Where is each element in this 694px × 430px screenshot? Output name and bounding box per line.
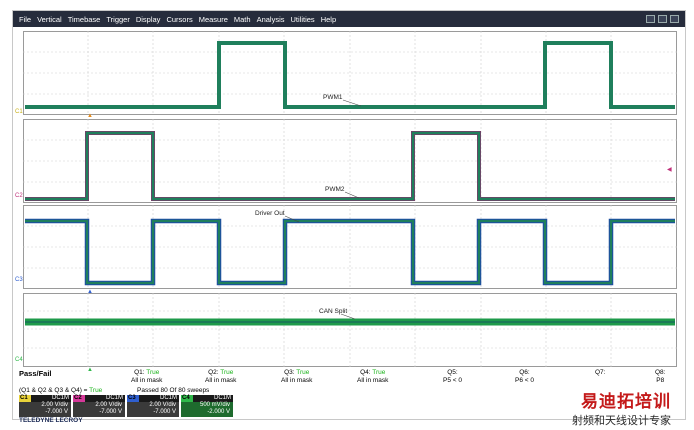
- q-name: Q3:: [284, 369, 295, 376]
- channel-tag: C2: [73, 395, 85, 402]
- q-sub: P6 < 0: [515, 377, 534, 384]
- scope-window: File Vertical Timebase Trigger Display C…: [12, 10, 686, 427]
- q-sub: P8: [656, 377, 665, 384]
- channel-marker-c1: C1: [15, 109, 23, 115]
- watermark: 易迪拓培训 射频和天线设计专家: [572, 387, 671, 428]
- grid-pwm1[interactable]: PWM1: [23, 31, 677, 115]
- menu-display[interactable]: Display: [136, 15, 161, 24]
- q-value: True: [296, 369, 310, 376]
- channel-offset: -2.000 V: [207, 409, 230, 415]
- passed-unit: sweeps: [187, 387, 210, 394]
- channel-descriptor-c3[interactable]: C3 DC1M 2.00 V/div -7.000 V: [127, 395, 179, 417]
- condition-value: True: [89, 387, 103, 394]
- passed-of: Of 80: [169, 387, 186, 394]
- menu-bar: File Vertical Timebase Trigger Display C…: [13, 11, 685, 27]
- pass-fail-q6[interactable]: Q6: P6 < 0: [515, 369, 534, 385]
- channel-descriptor-c2[interactable]: C2 DC1M 2.00 V/div -7.000 V: [73, 395, 125, 417]
- pass-fail-q7[interactable]: Q7:: [595, 369, 605, 377]
- channel-marker-c4: C4: [15, 357, 23, 363]
- menu-math[interactable]: Math: [234, 15, 251, 24]
- menu-trigger[interactable]: Trigger: [106, 15, 129, 24]
- pass-fail-q2[interactable]: Q2: True All in mask: [205, 369, 236, 385]
- q-value: True: [372, 369, 386, 376]
- pass-fail-q1[interactable]: Q1: True All in mask: [131, 369, 162, 385]
- pass-condition: (Q1 & Q2 & Q3 & Q4) = True: [19, 387, 102, 394]
- channel-vdiv: 500 mV/div: [199, 402, 230, 408]
- trace-label-pwm1: PWM1: [323, 94, 343, 101]
- menu-analysis[interactable]: Analysis: [257, 15, 285, 24]
- q-name: Q6:: [519, 369, 530, 376]
- menu-timebase[interactable]: Timebase: [68, 15, 101, 24]
- menu-file[interactable]: File: [19, 15, 31, 24]
- passed-value: 80: [160, 387, 168, 394]
- q-name: Q4:: [360, 369, 371, 376]
- trigger-marker-icon: ▲: [87, 113, 93, 119]
- channel-marker-c3: C3: [15, 277, 23, 283]
- trace-label-pwm2: PWM2: [325, 186, 345, 193]
- channel-vdiv: 2.00 V/div: [149, 402, 176, 408]
- menu-measure[interactable]: Measure: [199, 15, 228, 24]
- q-name: Q7:: [595, 369, 606, 376]
- channel-vdiv: 2.00 V/div: [41, 402, 68, 408]
- status-area: (Q1 & Q2 & Q3 & Q4) = True Passed 80 Of …: [19, 387, 679, 427]
- channel-tag: C3: [127, 395, 139, 402]
- menu-help[interactable]: Help: [321, 15, 336, 24]
- minimize-button[interactable]: [646, 15, 655, 23]
- maximize-button[interactable]: [658, 15, 667, 23]
- grid-driver-out[interactable]: Driver Out: [23, 205, 677, 289]
- trigger-marker-icon: ▲: [87, 289, 93, 295]
- condition-text: (Q1 & Q2 & Q3 & Q4) =: [19, 387, 88, 394]
- q-name: Q1:: [134, 369, 145, 376]
- q-sub: All in mask: [131, 377, 163, 384]
- passed-count: Passed 80 Of 80 sweeps: [137, 387, 209, 394]
- passed-label: Passed: [137, 387, 159, 394]
- channel-offset: -7.000 V: [99, 409, 122, 415]
- channel-tag: C4: [181, 395, 193, 402]
- channel-descriptor-c1[interactable]: C1 DC1M 2.00 V/div -7.000 V: [19, 395, 71, 417]
- watermark-title: 易迪拓培训: [581, 392, 671, 411]
- channel-descriptor-c4[interactable]: C4 DC1M 500 mV/div -2.000 V: [181, 395, 233, 417]
- pass-fail-q8[interactable]: Q8: P8: [655, 369, 665, 385]
- channel-marker-c2: C2: [15, 193, 23, 199]
- q-sub: All in mask: [281, 377, 313, 384]
- level-marker-icon: ◀: [667, 167, 672, 173]
- channel-offset: -7.000 V: [153, 409, 176, 415]
- q-value: True: [220, 369, 234, 376]
- trace-label-driver-out: Driver Out: [255, 210, 285, 217]
- channel-coupling: DC1M: [31, 395, 71, 402]
- pass-fail-panel[interactable]: Pass/Fail Q1: True All in mask Q2: True …: [19, 367, 679, 389]
- q-name: Q8:: [655, 369, 666, 376]
- q-sub: All in mask: [205, 377, 237, 384]
- channel-coupling: DC1M: [139, 395, 179, 402]
- menu-vertical[interactable]: Vertical: [37, 15, 62, 24]
- channel-coupling: DC1M: [193, 395, 233, 402]
- pass-fail-title: Pass/Fail: [19, 369, 52, 378]
- q-sub: All in mask: [357, 377, 389, 384]
- q-name: Q5:: [447, 369, 458, 376]
- channel-vdiv: 2.00 V/div: [95, 402, 122, 408]
- channel-offset: -7.000 V: [45, 409, 68, 415]
- close-button[interactable]: [670, 15, 679, 23]
- brand-logo: TELEDYNE LECROY: [19, 417, 83, 424]
- pass-fail-q5[interactable]: Q5: P5 < 0: [443, 369, 462, 385]
- menu-cursors[interactable]: Cursors: [166, 15, 192, 24]
- q-sub: P5 < 0: [443, 377, 462, 384]
- pass-fail-q4[interactable]: Q4: True All in mask: [357, 369, 388, 385]
- pass-fail-q3[interactable]: Q3: True All in mask: [281, 369, 312, 385]
- waveform-area[interactable]: PWM1 PWM2 ◀ Driver Out CAN Split C1 C2 C…: [13, 27, 685, 373]
- watermark-subtitle: 射频和天线设计专家: [572, 415, 671, 427]
- channel-tag: C1: [19, 395, 31, 402]
- q-name: Q2:: [208, 369, 219, 376]
- q-value: True: [146, 369, 160, 376]
- grid-can-split[interactable]: CAN Split: [23, 293, 677, 367]
- window-controls: [646, 15, 685, 23]
- grid-pwm2[interactable]: PWM2 ◀: [23, 119, 677, 203]
- menu-utilities[interactable]: Utilities: [291, 15, 315, 24]
- trace-label-can-split: CAN Split: [319, 308, 347, 315]
- channel-coupling: DC1M: [85, 395, 125, 402]
